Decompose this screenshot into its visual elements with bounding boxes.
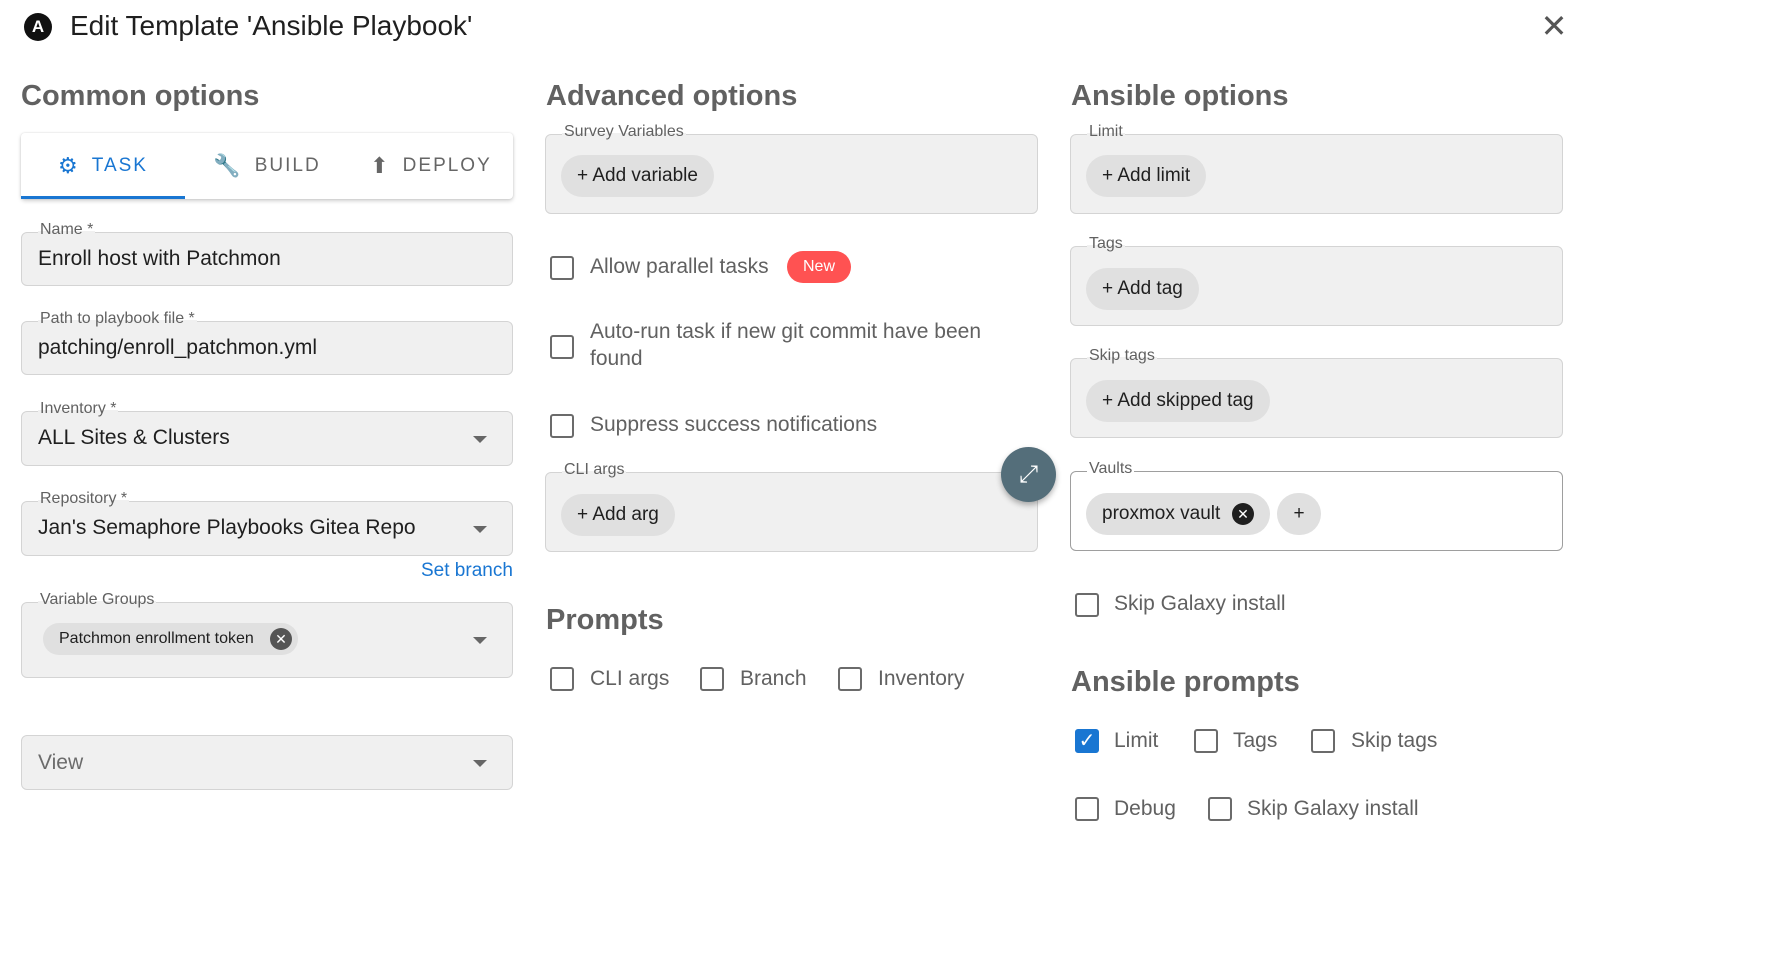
view-select[interactable]: View [21,735,513,790]
tab-deploy-label: DEPLOY [402,155,492,176]
prompt-branch-label: Branch [740,667,807,690]
suppress-notifications-checkbox[interactable] [550,414,574,438]
add-tag-button[interactable]: + Add tag [1086,268,1199,310]
vaults-label: Vaults [1087,460,1135,478]
variable-group-chip-label: Patchmon enrollment token [59,630,254,647]
prompt-skip-galaxy-checkbox[interactable] [1208,797,1232,821]
tags-label: Tags [1087,235,1125,253]
name-label: Name * [38,221,96,239]
name-value: Enroll host with Patchmon [38,247,281,270]
cli-args-box: CLI args + Add arg [545,461,1038,552]
tab-task[interactable]: ⚙ TASK [21,133,185,199]
skip-tags-box: Skip tags + Add skipped tag [1070,347,1563,438]
chevron-down-icon[interactable] [473,436,487,443]
common-options-title: Common options [21,80,260,112]
inventory-label: Inventory * [38,400,119,418]
variable-group-chip: Patchmon enrollment token [43,623,298,655]
name-field[interactable]: Name * Enroll host with Patchmon [21,221,513,286]
dialog-title: Edit Template 'Ansible Playbook' [70,10,473,41]
vault-chip-label: proxmox vault [1102,503,1221,524]
expand-icon[interactable]: ⤢ [1001,447,1056,502]
cli-args-label: CLI args [562,461,627,479]
prompt-inventory-label: Inventory [878,667,965,690]
allow-parallel-label: Allow parallel tasks [590,255,769,278]
tab-build[interactable]: 🔧 BUILD [185,133,349,199]
chevron-down-icon[interactable] [473,760,487,767]
prompt-skip-tags-label: Skip tags [1351,729,1438,752]
playbook-path-value: patching/enroll_patchmon.yml [38,336,317,359]
chip-remove-icon[interactable]: ✕ [270,628,292,650]
add-skipped-tag-button[interactable]: + Add skipped tag [1086,380,1270,422]
playbook-path-label: Path to playbook file * [38,310,197,328]
allow-parallel-checkbox[interactable] [550,256,574,280]
tab-task-label: TASK [91,155,148,176]
prompt-branch-checkbox[interactable] [700,667,724,691]
prompts-title: Prompts [546,604,664,636]
survey-variables-box: Survey Variables + Add variable [545,123,1038,214]
vaults-box: Vaults proxmox vault ✕ + [1070,460,1563,551]
skip-galaxy-label: Skip Galaxy install [1114,592,1286,615]
variable-groups-select[interactable]: Variable Groups Patchmon enrollment toke… [21,591,513,678]
limit-label: Limit [1087,123,1125,141]
chip-remove-icon[interactable]: ✕ [1232,503,1254,525]
limit-box: Limit + Add limit [1070,123,1563,214]
add-variable-button[interactable]: + Add variable [561,155,714,197]
suppress-notifications-label: Suppress success notifications [590,413,878,436]
prompt-limit-checkbox[interactable]: ✓ [1075,729,1099,753]
wrench-icon: 🔧 [213,153,243,178]
repository-value: Jan's Semaphore Playbooks Gitea Repo [38,516,416,539]
autorun-checkbox[interactable] [550,335,574,359]
chevron-down-icon[interactable] [473,526,487,533]
set-branch-link[interactable]: Set branch [421,560,513,582]
upload-icon: ⬆ [370,153,391,178]
prompt-skip-tags-checkbox[interactable] [1311,729,1335,753]
add-vault-button[interactable]: + [1277,493,1321,535]
prompt-inventory-checkbox[interactable] [838,667,862,691]
prompt-limit-label: Limit [1114,729,1159,752]
prompt-debug-label: Debug [1114,797,1176,820]
tab-bar: ⚙ TASK 🔧 BUILD ⬆ DEPLOY [21,133,513,199]
add-limit-button[interactable]: + Add limit [1086,155,1207,197]
inventory-select[interactable]: Inventory * ALL Sites & Clusters [21,400,513,466]
close-icon[interactable]: ✕ [1538,10,1570,42]
tags-box: Tags + Add tag [1070,235,1563,326]
ansible-options-title: Ansible options [1071,80,1289,112]
repository-select[interactable]: Repository * Jan's Semaphore Playbooks G… [21,490,513,556]
prompt-debug-checkbox[interactable] [1075,797,1099,821]
survey-variables-label: Survey Variables [562,123,686,141]
chevron-down-icon[interactable] [473,637,487,644]
prompt-cli-args-checkbox[interactable] [550,667,574,691]
repository-label: Repository * [38,490,130,508]
autorun-label-line1: Auto-run task if new git commit have bee… [590,320,982,343]
view-placeholder: View [38,751,84,774]
prompt-tags-checkbox[interactable] [1194,729,1218,753]
dialog-header: A Edit Template 'Ansible Playbook' ✕ [0,0,1785,56]
prompt-cli-args-label: CLI args [590,667,670,690]
tab-build-label: BUILD [254,155,321,176]
prompt-skip-galaxy-label: Skip Galaxy install [1247,797,1419,820]
inventory-value: ALL Sites & Clusters [38,426,230,449]
autorun-label-line2: found [590,347,643,370]
variable-groups-label: Variable Groups [38,591,157,609]
ansible-logo-icon: A [24,13,52,41]
gear-icon: ⚙ [58,153,80,178]
prompt-tags-label: Tags [1233,729,1278,752]
skip-tags-label: Skip tags [1087,347,1157,365]
add-arg-button[interactable]: + Add arg [561,494,675,536]
tab-deploy[interactable]: ⬆ DEPLOY [349,133,513,199]
new-badge: New [787,251,852,283]
skip-galaxy-checkbox[interactable] [1075,593,1099,617]
playbook-path-field[interactable]: Path to playbook file * patching/enroll_… [21,310,513,375]
advanced-options-title: Advanced options [546,80,798,112]
ansible-prompts-title: Ansible prompts [1071,666,1300,698]
